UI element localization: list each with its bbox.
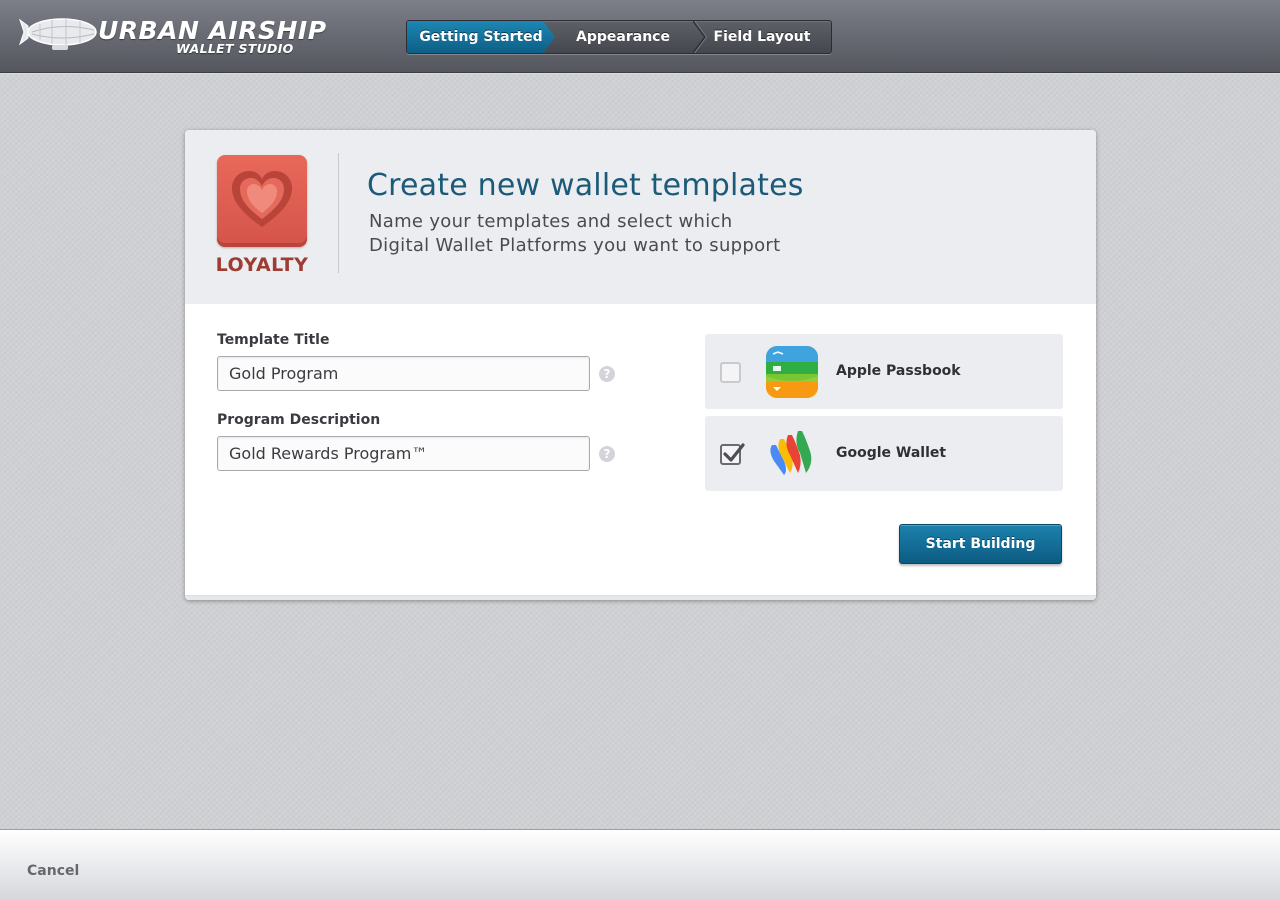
passbook-icon — [766, 346, 818, 398]
platform-google-wallet[interactable]: Google Wallet — [705, 416, 1063, 491]
subtitle-line-1: Name your templates and select which — [369, 211, 733, 232]
template-title-label: Template Title — [217, 332, 330, 348]
template-title-help-icon[interactable]: ? — [599, 366, 615, 382]
program-description-label: Program Description — [217, 412, 381, 428]
template-title-input[interactable] — [217, 356, 590, 391]
card-footer-strip — [185, 595, 1096, 600]
cancel-link[interactable]: Cancel — [27, 863, 79, 879]
apple-passbook-label: Apple Passbook — [836, 363, 961, 379]
start-building-button[interactable]: Start Building — [899, 524, 1062, 564]
card-header: LOYALTY Create new wallet templates Name… — [185, 130, 1096, 304]
bottom-bar: Cancel — [0, 829, 1280, 900]
blimp-icon — [19, 18, 97, 50]
platform-apple-passbook[interactable]: Apple Passbook — [705, 334, 1063, 409]
loyalty-label: LOYALTY — [215, 254, 309, 276]
google-wallet-icon — [770, 431, 812, 475]
program-description-help-icon[interactable]: ? — [599, 446, 615, 462]
loyalty-badge — [217, 155, 307, 247]
header-divider — [338, 153, 339, 273]
create-template-card: LOYALTY Create new wallet templates Name… — [185, 130, 1096, 600]
urban-airship-logo[interactable]: URBAN AIRSHIP WALLET STUDIO — [18, 10, 326, 62]
heart-icon — [232, 171, 292, 227]
wizard-steps: Getting Started Appearance Field Layout — [406, 20, 832, 54]
google-wallet-label: Google Wallet — [836, 445, 947, 461]
checkmark-icon — [723, 443, 745, 462]
product-name: WALLET STUDIO — [176, 41, 294, 56]
google-wallet-checkbox[interactable] — [720, 443, 745, 465]
top-bar: URBAN AIRSHIP WALLET STUDIO Getting Star… — [0, 0, 1280, 73]
step-appearance[interactable]: Appearance — [553, 21, 693, 53]
step-getting-started[interactable]: Getting Started — [407, 21, 555, 53]
page-subtitle: Name your templates and select which Dig… — [369, 210, 929, 258]
apple-passbook-checkbox[interactable] — [720, 362, 741, 383]
program-description-input[interactable] — [217, 436, 590, 471]
subtitle-line-2: Digital Wallet Platforms you want to sup… — [369, 235, 781, 256]
page-title: Create new wallet templates — [367, 168, 804, 203]
step-field-layout[interactable]: Field Layout — [693, 21, 831, 53]
